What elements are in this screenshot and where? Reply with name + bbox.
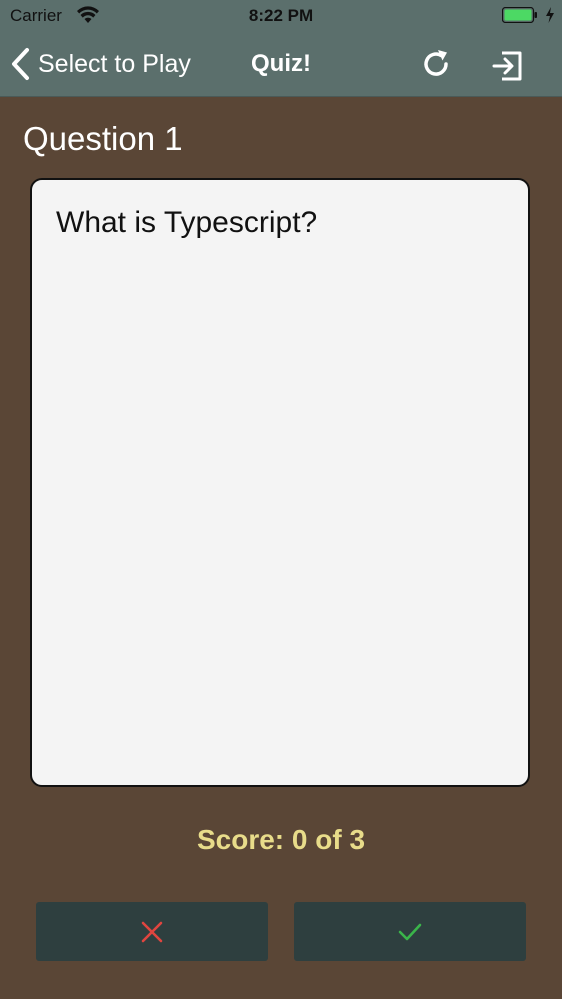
correct-answer-button[interactable] <box>294 902 526 961</box>
page-title-text: Quiz! <box>251 50 311 77</box>
back-button-label: Select to Play <box>38 49 191 78</box>
question-card[interactable]: What is Typescript? <box>30 178 530 787</box>
exit-icon[interactable] <box>488 46 528 86</box>
question-text: What is Typescript? <box>56 206 318 239</box>
status-bar: Carrier 8:22 PM <box>0 0 562 32</box>
close-icon <box>141 921 163 942</box>
navigation-bar: Select to Play Quiz! <box>0 34 562 94</box>
score-label: Score: 0 of 3 <box>196 824 366 855</box>
top-bar: Carrier 8:22 PM Select to Play Quiz! <box>0 0 562 97</box>
back-button[interactable]: Select to Play <box>10 44 191 84</box>
check-icon <box>398 923 422 940</box>
battery-icon <box>502 7 537 23</box>
chevron-left-icon <box>12 48 29 80</box>
charging-bolt-icon <box>546 7 554 23</box>
status-time: 8:22 PM <box>248 6 314 25</box>
question-number-label: Question 1 <box>23 120 183 157</box>
refresh-icon[interactable] <box>418 46 454 82</box>
wrong-answer-button[interactable] <box>36 902 268 961</box>
